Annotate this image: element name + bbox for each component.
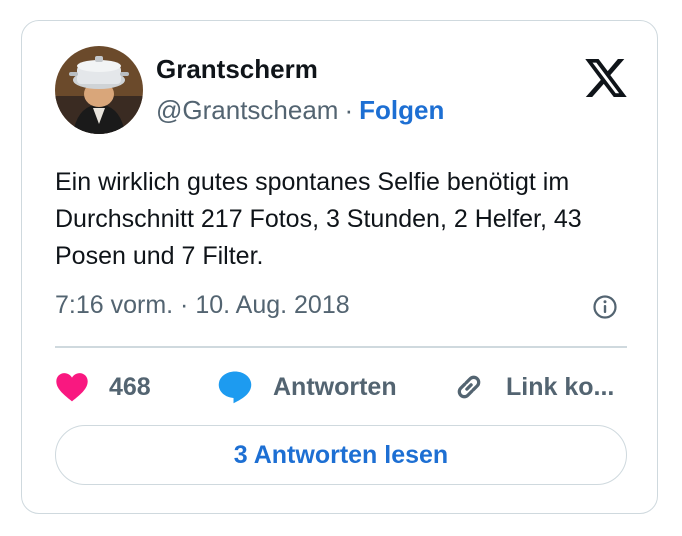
like-button[interactable]: 468 (55, 367, 151, 407)
handle-separator: · (344, 95, 354, 125)
tweet-timestamp[interactable]: 7:16 vorm. · 10. Aug. 2018 (55, 291, 350, 320)
info-icon[interactable] (592, 294, 618, 320)
heart-icon (55, 372, 89, 402)
avatar[interactable] (55, 46, 143, 134)
read-replies-button[interactable]: 3 Antworten lesen (55, 425, 627, 485)
avatar-portrait-with-pot-icon (55, 46, 143, 134)
like-count: 468 (109, 372, 151, 401)
tweet-text: Ein wirklich gutes spontanes Selfie benö… (55, 168, 582, 270)
link-icon (452, 370, 486, 404)
reply-button[interactable]: Antworten (217, 367, 397, 407)
follow-button[interactable]: Folgen (359, 95, 444, 125)
reply-label: Antworten (273, 372, 397, 401)
author-handle-row: @Grantscheam · Folgen (156, 95, 444, 126)
copy-link-button[interactable]: Link ko... (452, 367, 614, 407)
author-display-name[interactable]: Grantscherm (156, 54, 318, 85)
speech-bubble-icon (217, 370, 253, 404)
copy-link-label: Link ko... (506, 372, 615, 401)
tweet-card: Grantscherm @Grantscheam · Folgen Ein wirk… (21, 20, 658, 514)
author-handle[interactable]: @Grantscheam (156, 95, 338, 125)
divider (55, 346, 627, 348)
x-logo-icon[interactable] (585, 59, 627, 97)
